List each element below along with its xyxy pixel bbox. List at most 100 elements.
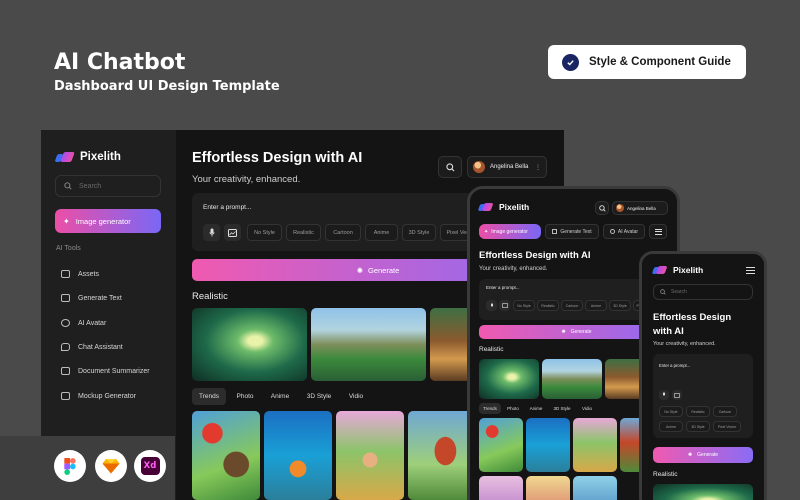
search-placeholder: Search xyxy=(79,182,102,190)
gallery-image[interactable] xyxy=(573,476,617,500)
search-icon xyxy=(445,162,454,171)
style-chip-no-style[interactable]: No Style xyxy=(659,406,683,417)
phone-title: Effortless Design with AI xyxy=(653,311,731,339)
sidebar-item-ai-avatar[interactable]: AI Avatar xyxy=(61,319,106,327)
sketch-icon xyxy=(95,450,127,482)
tab-vidio[interactable]: Vidio xyxy=(577,403,597,414)
style-chip-realistic[interactable]: Realistic xyxy=(686,406,710,417)
tab-trends[interactable]: Trends xyxy=(479,403,501,414)
sparkle-icon: ✦ xyxy=(484,228,489,235)
tab-trends[interactable]: Trends xyxy=(192,388,226,405)
gallery-image[interactable] xyxy=(573,418,617,472)
menu-icon[interactable] xyxy=(746,267,755,274)
sparkle-icon: ✺ xyxy=(687,452,693,458)
style-chip-no-style[interactable]: No Style xyxy=(247,224,282,241)
gallery-image[interactable] xyxy=(479,359,539,399)
microphone-icon[interactable] xyxy=(203,224,220,241)
phone-title-line: Effortless Design xyxy=(653,312,732,323)
image-generator-button[interactable]: ✦ Image generator xyxy=(55,209,161,233)
tab-3d-style[interactable]: 3D Style xyxy=(300,388,338,405)
style-chip-no-style[interactable]: No Style xyxy=(513,300,535,311)
tablet-image-generator-button[interactable]: ✦ Image generator xyxy=(479,224,541,239)
prompt-input[interactable]: Enter a prompt... xyxy=(203,204,251,211)
image-upload-icon[interactable] xyxy=(672,390,682,400)
sidebar-item-mockup-generator[interactable]: Mockup Generator xyxy=(61,392,136,400)
phone-search-input[interactable]: Search xyxy=(653,284,753,300)
sidebar-item-chat-assistant[interactable]: Chat Assistant xyxy=(61,343,123,351)
gallery-image[interactable] xyxy=(311,308,426,381)
sidebar-item-label: Mockup Generator xyxy=(78,392,136,400)
tablet-section-title: Realistic xyxy=(479,346,504,353)
microphone-icon[interactable] xyxy=(659,390,669,400)
phone-title-line: with AI xyxy=(653,326,684,337)
style-chip-realistic[interactable]: Realistic xyxy=(537,300,559,311)
gallery-image[interactable] xyxy=(479,476,523,500)
style-chip-cartoon[interactable]: Cartoon xyxy=(713,406,737,417)
tablet-nav-ai-avatar[interactable]: AI Avatar xyxy=(603,224,645,239)
search-icon xyxy=(660,289,666,295)
tab-photo[interactable]: Photo xyxy=(503,403,523,414)
tab-photo[interactable]: Photo xyxy=(230,388,260,405)
prompt-input[interactable]: Enter a prompt... xyxy=(659,363,690,368)
tablet-brand-logo: Pixelith xyxy=(477,202,530,212)
avatar-icon xyxy=(609,229,615,234)
phone-generate-button[interactable]: ✺ Generate xyxy=(653,447,753,463)
user-menu[interactable]: Angelina Bella ⋮ xyxy=(467,156,547,178)
gallery-image[interactable] xyxy=(526,476,570,500)
tab-anime[interactable]: Anime xyxy=(525,403,547,414)
image-upload-icon[interactable] xyxy=(499,300,510,311)
style-chip-anime[interactable]: Anime xyxy=(659,421,683,432)
hero-subtitle: Dashboard UI Design Template xyxy=(54,79,280,94)
brand-name: Pixelith xyxy=(499,202,530,212)
search-button[interactable] xyxy=(438,156,462,178)
more-icon[interactable]: ⋮ xyxy=(535,164,541,171)
style-chip-anime[interactable]: Anime xyxy=(365,224,398,241)
gallery-image[interactable] xyxy=(653,484,753,500)
style-chip-3d-style[interactable]: 3D Style xyxy=(402,224,436,241)
generate-label: Generate xyxy=(368,265,400,275)
gallery-image[interactable] xyxy=(192,411,260,500)
gallery-image[interactable] xyxy=(408,411,476,500)
style-chip-cartoon[interactable]: Cartoon xyxy=(561,300,583,311)
generate-label: Generate xyxy=(570,329,592,335)
style-chip-3d-style[interactable]: 3D Style xyxy=(686,421,710,432)
gallery-image[interactable] xyxy=(526,418,570,472)
sidebar-item-label: Chat Assistant xyxy=(78,343,123,351)
mockup-icon xyxy=(61,392,70,400)
tablet-menu-button[interactable] xyxy=(649,224,667,239)
tab-anime[interactable]: Anime xyxy=(264,388,296,405)
microphone-icon[interactable] xyxy=(486,300,497,311)
phone-subtitle: Your creativity, enhanced. xyxy=(653,341,716,347)
avatar-icon xyxy=(61,319,70,327)
sidebar-item-assets[interactable]: Assets xyxy=(61,270,99,278)
style-chip-3d-style[interactable]: 3D Style xyxy=(609,300,631,311)
brand-name: Pixelith xyxy=(673,265,704,275)
sparkle-icon: ✺ xyxy=(561,329,566,335)
style-chip-anime[interactable]: Anime xyxy=(585,300,607,311)
prompt-input[interactable]: Enter a prompt... xyxy=(486,285,520,290)
sidebar-item-generate-text[interactable]: Generate Text xyxy=(61,294,122,302)
style-chip-pixel-vector[interactable]: Pixel Vector xyxy=(713,421,741,432)
gallery-image[interactable] xyxy=(336,411,404,500)
style-chip-cartoon[interactable]: Cartoon xyxy=(325,224,361,241)
image-upload-icon[interactable] xyxy=(224,224,241,241)
style-guide-button[interactable]: Style & Component Guide xyxy=(548,45,746,79)
gallery-image[interactable] xyxy=(192,308,307,381)
gallery-image[interactable] xyxy=(264,411,332,500)
gallery-image[interactable] xyxy=(479,418,523,472)
user-name: Angelina Bella xyxy=(490,164,529,170)
tablet-title: Effortless Design with AI xyxy=(479,250,591,261)
tablet-nav-generate-text[interactable]: Generate Text xyxy=(545,224,599,239)
search-input[interactable]: Search xyxy=(55,175,161,197)
style-chip-realistic[interactable]: Realistic xyxy=(286,224,321,241)
search-button[interactable] xyxy=(595,201,609,215)
sidebar-item-label: AI Avatar xyxy=(78,319,107,327)
figma-icon xyxy=(54,450,86,482)
user-menu[interactable]: Angelina Bella xyxy=(612,201,668,215)
document-icon xyxy=(61,294,70,302)
nav-label: AI Avatar xyxy=(617,228,639,235)
tab-vidio[interactable]: Vidio xyxy=(342,388,370,405)
tab-3d-style[interactable]: 3D Style xyxy=(549,403,575,414)
gallery-image[interactable] xyxy=(542,359,602,399)
sidebar-item-document-summarizer[interactable]: Document Summarizer xyxy=(61,367,150,375)
